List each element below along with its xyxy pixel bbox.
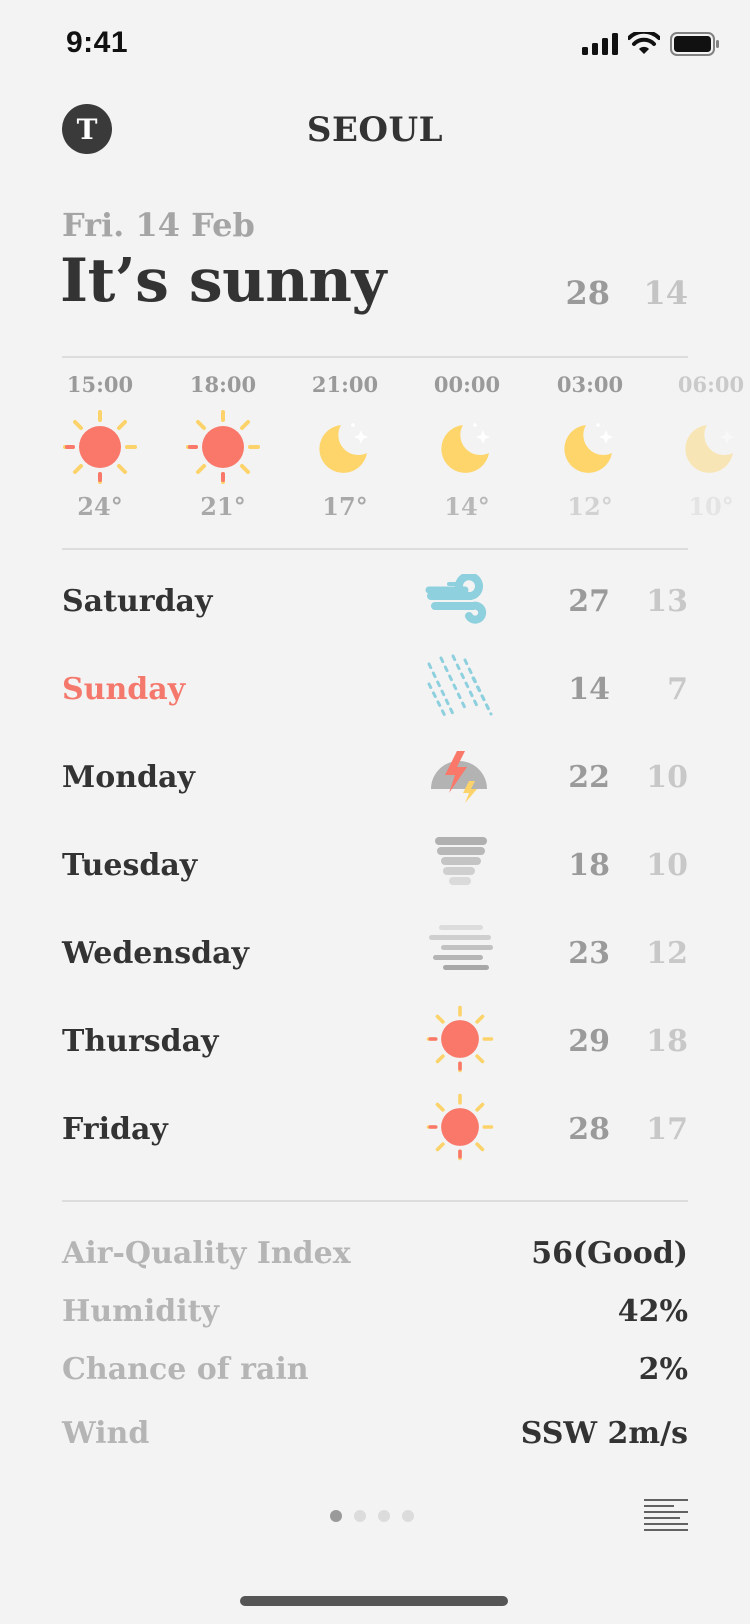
detail-value: 2% <box>638 1352 688 1387</box>
day-high-temp: 27 <box>568 584 610 619</box>
detail-label: Wind <box>62 1416 150 1451</box>
day-high-temp: 18 <box>568 848 610 883</box>
day-name: Thursday <box>62 1024 219 1059</box>
wind-icon <box>425 574 487 624</box>
today-low-temp: 14 <box>643 274 688 312</box>
divider <box>62 548 688 550</box>
header: T SEOUL <box>0 100 750 164</box>
status-icons <box>582 32 720 56</box>
day-name: Friday <box>62 1112 168 1147</box>
page-dot[interactable] <box>354 1510 366 1522</box>
hourly-item: 03:00 12° <box>535 372 645 521</box>
hour-temp: 12° <box>567 492 613 521</box>
thunderstorm-icon <box>431 751 487 803</box>
day-high-temp: 23 <box>568 936 610 971</box>
day-low-temp: 10 <box>646 760 688 795</box>
sun-icon <box>63 410 137 484</box>
hour-time: 00:00 <box>433 372 501 397</box>
day-high-temp: 14 <box>568 672 610 707</box>
hourly-item: 06:00 10° <box>656 372 750 521</box>
moon-icon <box>685 425 734 473</box>
menu-icon[interactable] <box>644 1498 688 1534</box>
fog-icon <box>429 925 493 970</box>
day-name: Saturday <box>62 584 213 619</box>
page-dot[interactable] <box>378 1510 390 1522</box>
hourly-item: 21:00 17° <box>290 372 400 521</box>
list-item[interactable]: Thursday 29 18 <box>0 1004 750 1092</box>
hour-time: 15:00 <box>66 372 134 397</box>
day-high-temp: 29 <box>568 1024 610 1059</box>
day-high-temp: 22 <box>568 760 610 795</box>
day-low-temp: 13 <box>646 584 688 619</box>
list-item[interactable]: Tuesday 18 10 <box>0 828 750 916</box>
moon-icon <box>564 423 613 473</box>
hour-time: 18:00 <box>189 372 257 397</box>
weather-details: Air-Quality Index 56(Good) Humidity 42% … <box>0 1236 750 1474</box>
detail-row: Wind SSW 2m/s <box>0 1410 750 1474</box>
current-date: Fri. 14 Feb <box>62 206 255 244</box>
hour-temp: 14° <box>444 492 490 521</box>
day-low-temp: 17 <box>646 1112 688 1147</box>
detail-value: SSW 2m/s <box>520 1416 688 1451</box>
sun-icon <box>426 1005 494 1073</box>
day-name: Wedensday <box>62 936 249 971</box>
wifi-icon <box>628 32 660 54</box>
day-low-temp: 10 <box>646 848 688 883</box>
hourly-item: 15:00 24° <box>45 372 155 521</box>
hour-time: 06:00 <box>677 372 745 397</box>
detail-label: Air-Quality Index <box>62 1236 351 1271</box>
detail-label: Humidity <box>62 1294 219 1329</box>
hour-temp: 21° <box>200 492 246 521</box>
hourly-item: 18:00 21° <box>168 372 278 521</box>
day-low-temp: 7 <box>667 672 688 707</box>
page-indicator[interactable] <box>330 1510 414 1522</box>
day-high-temp: 28 <box>568 1112 610 1147</box>
list-item[interactable]: Sunday 14 7 <box>0 652 750 740</box>
daily-forecast: Saturday 27 13 Sunday 14 7 Monday 22 10 … <box>0 564 750 1180</box>
divider <box>62 356 688 358</box>
tornado-icon <box>435 837 487 885</box>
detail-row: Humidity 42% <box>0 1294 750 1352</box>
hour-temp: 24° <box>77 492 123 521</box>
detail-label: Chance of rain <box>62 1352 309 1387</box>
detail-value: 42% <box>617 1294 688 1329</box>
day-name: Sunday <box>62 672 186 707</box>
day-name: Monday <box>62 760 195 795</box>
rain-icon <box>427 654 493 718</box>
day-name: Tuesday <box>62 848 198 883</box>
hour-time: 21:00 <box>311 372 379 397</box>
hourly-item: 00:00 14° <box>412 372 522 521</box>
hour-temp: 10° <box>688 492 734 521</box>
day-low-temp: 18 <box>646 1024 688 1059</box>
moon-icon <box>319 423 368 473</box>
battery-icon <box>670 32 719 56</box>
divider <box>62 1200 688 1202</box>
hour-time: 03:00 <box>556 372 624 397</box>
weather-headline: It’s sunny <box>60 246 386 316</box>
hourly-forecast[interactable]: 15:00 24° 18:00 21° 21:00 17° 00:00 14° … <box>0 372 750 532</box>
hour-temp: 17° <box>322 492 368 521</box>
page-dot-active[interactable] <box>330 1510 342 1522</box>
list-item[interactable]: Wedensday 23 12 <box>0 916 750 1004</box>
day-low-temp: 12 <box>646 936 688 971</box>
signal-icon <box>582 33 618 55</box>
today-high-temp: 28 <box>565 274 610 312</box>
city-title: SEOUL <box>306 110 444 150</box>
home-indicator[interactable] <box>240 1596 508 1606</box>
status-time: 9:41 <box>66 26 129 59</box>
moon-icon <box>441 423 490 473</box>
list-item[interactable]: Saturday 27 13 <box>0 564 750 652</box>
page-dot[interactable] <box>402 1510 414 1522</box>
list-item[interactable]: Friday 28 17 <box>0 1092 750 1180</box>
detail-value: 56(Good) <box>531 1236 688 1271</box>
detail-row: Chance of rain 2% <box>0 1352 750 1410</box>
status-bar: 9:41 <box>0 0 750 90</box>
detail-row: Air-Quality Index 56(Good) <box>0 1236 750 1294</box>
sun-icon <box>186 410 260 484</box>
sun-icon <box>426 1093 494 1161</box>
list-item[interactable]: Monday 22 10 <box>0 740 750 828</box>
